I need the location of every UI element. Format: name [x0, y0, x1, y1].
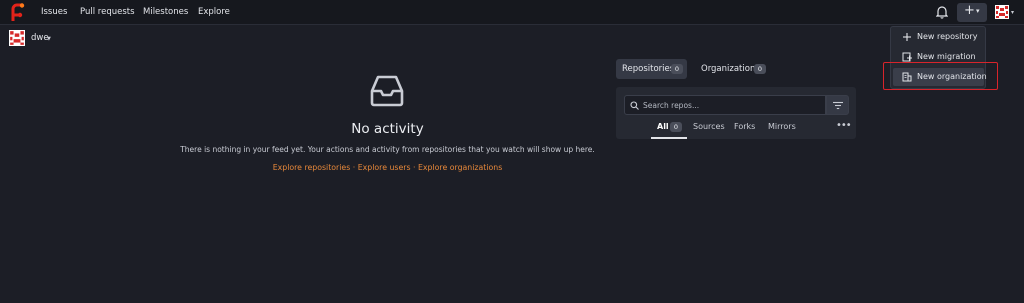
- forgejo-logo-icon[interactable]: [9, 3, 25, 22]
- tab-label: Repositories: [622, 64, 675, 74]
- user-avatar[interactable]: [995, 5, 1009, 19]
- nav-explore-link[interactable]: Explore: [198, 7, 230, 17]
- nav-issues-link[interactable]: Issues: [41, 7, 67, 17]
- context-user-name[interactable]: dwe: [31, 33, 49, 43]
- empty-feed-title: No activity: [351, 121, 424, 137]
- subtab-all-count: 0: [670, 122, 682, 132]
- plus-icon: [903, 33, 911, 41]
- context-chevron-down-icon[interactable]: ▼: [47, 36, 51, 42]
- subtab-all[interactable]: All: [657, 122, 669, 131]
- highlight-annotation: [883, 62, 998, 90]
- menu-item-label: New migration: [917, 52, 976, 61]
- tab-repositories[interactable]: Repositories 0: [616, 59, 687, 79]
- nav-milestones-link[interactable]: Milestones: [143, 7, 188, 17]
- menu-item-new-repository[interactable]: New repository: [893, 28, 984, 46]
- active-subtab-indicator: [651, 137, 687, 139]
- plus-icon: +: [964, 3, 975, 18]
- filter-icon: [833, 101, 843, 110]
- search-input[interactable]: [643, 99, 818, 112]
- more-options-icon[interactable]: •••: [836, 120, 852, 131]
- search-icon: [630, 101, 639, 110]
- chevron-down-icon: ▾: [976, 7, 980, 15]
- explore-links: Explore repositories · Explore users · E…: [240, 163, 535, 172]
- subtab-sources[interactable]: Sources: [693, 122, 725, 131]
- context-user-avatar[interactable]: [9, 30, 25, 46]
- repo-search-box[interactable]: [624, 95, 826, 115]
- create-new-button[interactable]: + ▾: [957, 3, 987, 22]
- tab-organizations[interactable]: Organizations 0: [694, 59, 770, 79]
- top-navbar: Issues Pull requests Milestones Explore …: [0, 0, 1024, 25]
- nav-pull-requests-link[interactable]: Pull requests: [80, 7, 135, 17]
- notification-bell-icon[interactable]: [936, 5, 948, 19]
- filter-button[interactable]: [826, 95, 849, 115]
- repo-push-icon: [902, 52, 912, 62]
- inbox-icon: [370, 75, 404, 107]
- subtab-forks[interactable]: Forks: [734, 122, 755, 131]
- count-badge: 0: [754, 64, 766, 74]
- explore-repositories-link[interactable]: Explore repositories: [273, 163, 351, 172]
- avatar-chevron-down-icon[interactable]: ▾: [1011, 9, 1014, 16]
- subtab-mirrors[interactable]: Mirrors: [768, 122, 796, 131]
- tab-label: Organizations: [701, 64, 760, 74]
- subtab-label: All: [657, 122, 669, 131]
- explore-organizations-link[interactable]: Explore organizations: [418, 163, 502, 172]
- explore-users-link[interactable]: Explore users: [358, 163, 411, 172]
- separator: ·: [352, 163, 356, 172]
- count-badge: 0: [671, 64, 683, 74]
- separator: ·: [413, 163, 416, 172]
- empty-feed-description: There is nothing in your feed yet. Your …: [180, 145, 595, 154]
- menu-item-label: New repository: [917, 32, 978, 41]
